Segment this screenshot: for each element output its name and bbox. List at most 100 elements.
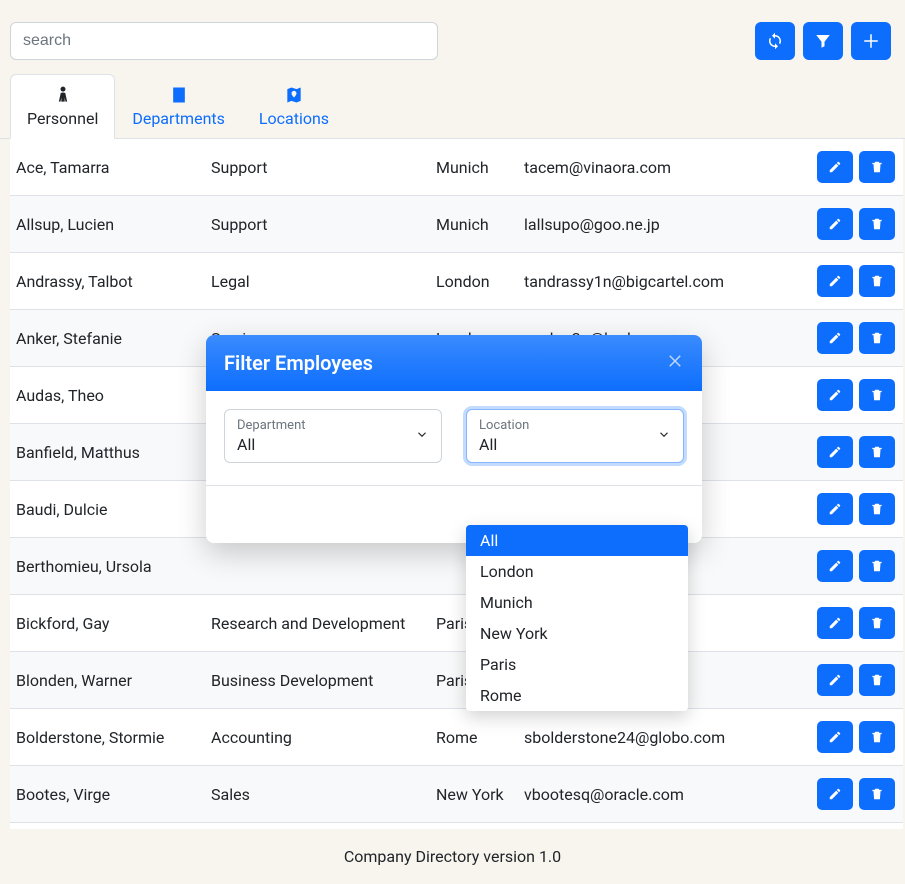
cell-dept: Legal bbox=[211, 272, 436, 291]
cell-name: Bootes, Virge bbox=[16, 785, 211, 804]
trash-icon bbox=[870, 160, 884, 174]
edit-button[interactable] bbox=[817, 550, 853, 582]
table-row: Blonden, WarnerBusiness Development Paris… bbox=[10, 652, 903, 709]
building-icon bbox=[169, 85, 189, 105]
location-dropdown: AllLondonMunichNew YorkParisRome bbox=[466, 525, 688, 711]
dropdown-option[interactable]: Rome bbox=[466, 680, 688, 711]
trash-icon bbox=[870, 388, 884, 402]
chevron-down-icon bbox=[657, 427, 671, 446]
edit-button[interactable] bbox=[817, 265, 853, 297]
dropdown-option[interactable]: Paris bbox=[466, 649, 688, 680]
pencil-icon bbox=[828, 331, 842, 345]
edit-button[interactable] bbox=[817, 778, 853, 810]
cell-dept: Business Development bbox=[211, 671, 436, 690]
tab-departments[interactable]: Departments bbox=[115, 74, 242, 139]
edit-button[interactable] bbox=[817, 664, 853, 696]
trash-icon bbox=[870, 616, 884, 630]
cell-name: Audas, Theo bbox=[16, 386, 211, 405]
cell-loc: New York bbox=[436, 785, 524, 804]
dropdown-option[interactable]: New York bbox=[466, 618, 688, 649]
dropdown-option[interactable]: All bbox=[466, 525, 688, 556]
dropdown-option[interactable]: London bbox=[466, 556, 688, 587]
tab-label: Departments bbox=[132, 109, 225, 128]
edit-button[interactable] bbox=[817, 493, 853, 525]
select-label: Location bbox=[479, 418, 651, 433]
edit-button[interactable] bbox=[817, 208, 853, 240]
delete-button[interactable] bbox=[859, 721, 895, 753]
cell-name: Bolderstone, Stormie bbox=[16, 728, 211, 747]
table-row: Bickford, GayResearch and DevelopmentPar… bbox=[10, 595, 903, 652]
delete-button[interactable] bbox=[859, 436, 895, 468]
delete-button[interactable] bbox=[859, 664, 895, 696]
delete-button[interactable] bbox=[859, 265, 895, 297]
table-row: Bolderstone, StormieAccountingRomesbolde… bbox=[10, 709, 903, 766]
cell-name: Blonden, Warner bbox=[16, 671, 211, 690]
delete-button[interactable] bbox=[859, 379, 895, 411]
delete-button[interactable] bbox=[859, 322, 895, 354]
edit-button[interactable] bbox=[817, 379, 853, 411]
trash-icon bbox=[870, 217, 884, 231]
trash-icon bbox=[870, 730, 884, 744]
pencil-icon bbox=[828, 502, 842, 516]
close-icon bbox=[666, 352, 684, 370]
pencil-icon bbox=[828, 559, 842, 573]
table-row: Berthomieu, Ursola bbox=[10, 538, 903, 595]
delete-button[interactable] bbox=[859, 493, 895, 525]
cell-dept: Accounting bbox=[211, 728, 436, 747]
map-icon bbox=[284, 85, 304, 105]
cell-name: Anker, Stefanie bbox=[16, 329, 211, 348]
cell-email: tandrassy1n@bigcartel.com bbox=[524, 272, 799, 291]
tab-label: Personnel bbox=[27, 109, 98, 128]
cell-email: vbootesq@oracle.com bbox=[524, 785, 799, 804]
pencil-icon bbox=[828, 673, 842, 687]
filter-modal: Filter Employees Department All Location… bbox=[206, 335, 702, 543]
plus-icon bbox=[862, 32, 880, 50]
cell-email: tacem@vinaora.com bbox=[524, 158, 799, 177]
edit-button[interactable] bbox=[817, 436, 853, 468]
delete-button[interactable] bbox=[859, 550, 895, 582]
trash-icon bbox=[870, 274, 884, 288]
tab-locations[interactable]: Locations bbox=[242, 74, 346, 139]
trash-icon bbox=[870, 331, 884, 345]
trash-icon bbox=[870, 673, 884, 687]
edit-button[interactable] bbox=[817, 721, 853, 753]
delete-button[interactable] bbox=[859, 607, 895, 639]
select-value: All bbox=[479, 435, 651, 454]
edit-button[interactable] bbox=[817, 151, 853, 183]
cell-dept: Sales bbox=[211, 785, 436, 804]
search-input[interactable] bbox=[10, 22, 438, 60]
refresh-button[interactable] bbox=[755, 22, 795, 60]
cell-name: Bickford, Gay bbox=[16, 614, 211, 633]
pencil-icon bbox=[828, 274, 842, 288]
delete-button[interactable] bbox=[859, 778, 895, 810]
department-select[interactable]: Department All bbox=[224, 409, 442, 463]
modal-close-button[interactable] bbox=[666, 351, 684, 375]
edit-button[interactable] bbox=[817, 607, 853, 639]
add-button[interactable] bbox=[851, 22, 891, 60]
table-row: Ace, TamarraSupportMunichtacem@vinaora.c… bbox=[10, 139, 903, 196]
edit-button[interactable] bbox=[817, 322, 853, 354]
pencil-icon bbox=[828, 388, 842, 402]
delete-button[interactable] bbox=[859, 151, 895, 183]
refresh-icon bbox=[766, 32, 784, 50]
pencil-icon bbox=[828, 787, 842, 801]
tab-label: Locations bbox=[259, 109, 329, 128]
dropdown-option[interactable]: Munich bbox=[466, 587, 688, 618]
cell-dept: Support bbox=[211, 158, 436, 177]
delete-button[interactable] bbox=[859, 208, 895, 240]
pencil-icon bbox=[828, 217, 842, 231]
trash-icon bbox=[870, 787, 884, 801]
filter-button[interactable] bbox=[803, 22, 843, 60]
cell-dept: Support bbox=[211, 215, 436, 234]
tab-personnel[interactable]: Personnel bbox=[10, 74, 115, 139]
person-icon bbox=[53, 85, 73, 105]
pencil-icon bbox=[828, 616, 842, 630]
location-select[interactable]: Location All bbox=[466, 409, 684, 463]
cell-name: Banfield, Matthus bbox=[16, 443, 211, 462]
cell-loc: Rome bbox=[436, 728, 524, 747]
cell-loc: Munich bbox=[436, 158, 524, 177]
chevron-down-icon bbox=[415, 427, 429, 446]
cell-name: Baudi, Dulcie bbox=[16, 500, 211, 519]
table-row: Allsup, LucienSupportMunichlallsupo@goo.… bbox=[10, 196, 903, 253]
pencil-icon bbox=[828, 445, 842, 459]
